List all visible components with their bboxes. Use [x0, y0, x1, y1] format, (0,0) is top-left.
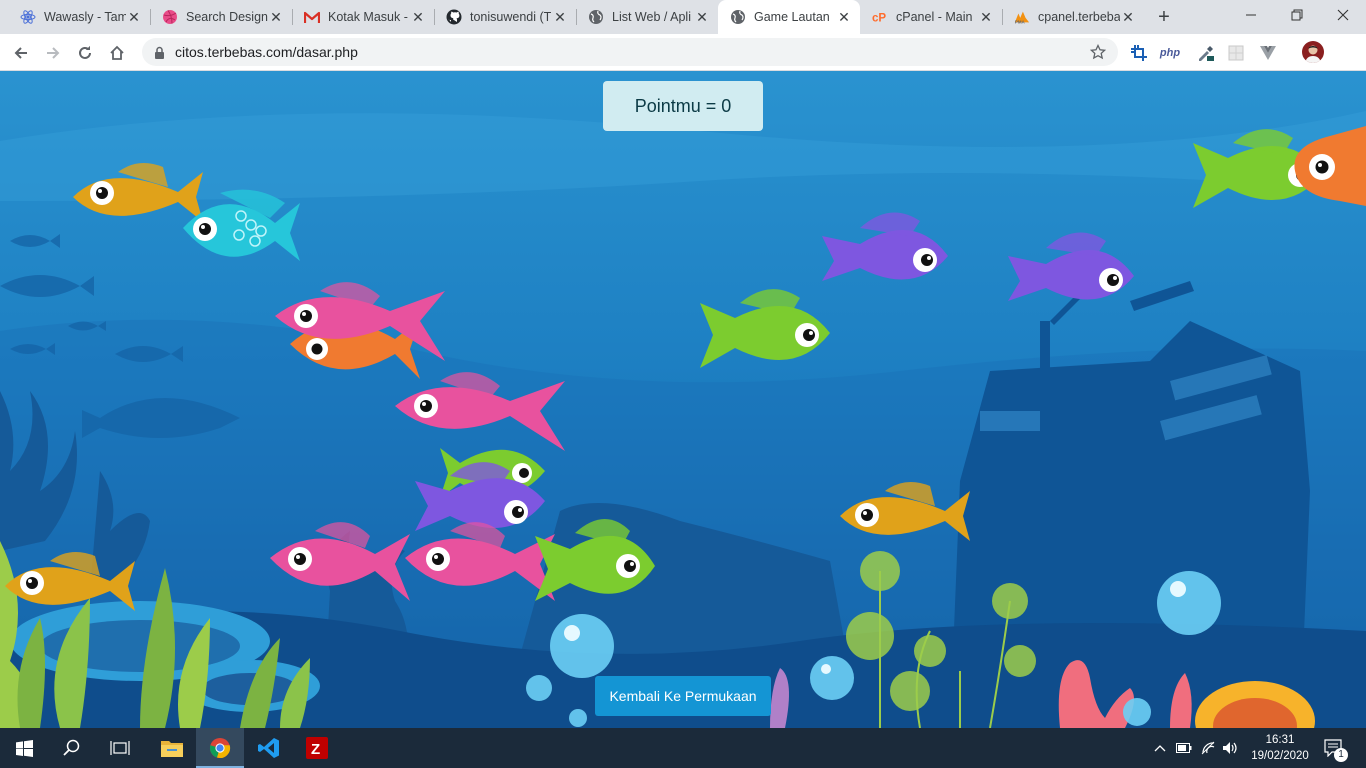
close-tab-icon[interactable]: ✕ — [268, 9, 284, 26]
vscode-icon[interactable] — [245, 728, 293, 768]
bookmark-star-icon[interactable] — [1088, 42, 1108, 62]
tab-strip: Wawasly - Tam ✕ Search Design ✕ Kotak Ma… — [0, 0, 1366, 34]
php-icon[interactable]: php — [1160, 43, 1180, 63]
url-text: citos.terbebas.com/dasar.php — [175, 44, 358, 60]
gmail-icon — [304, 9, 320, 25]
new-tab-button[interactable]: + — [1152, 5, 1176, 29]
purple-fish[interactable] — [820, 206, 950, 296]
game-scene: Pointmu = 0 Kembali Ke Permukaan — [0, 71, 1366, 728]
task-view-icon[interactable] — [96, 728, 144, 768]
yellow-fish[interactable] — [0, 546, 140, 626]
dribbble-icon — [162, 9, 178, 25]
tab-title: cpanel.terbeba — [1038, 10, 1120, 24]
browser-toolbar: citos.terbebas.com/dasar.php php — [0, 34, 1366, 71]
back-to-surface-button[interactable]: Kembali Ke Permukaan — [595, 676, 771, 716]
pink-fish[interactable] — [270, 276, 450, 376]
extension-icon[interactable] — [1226, 43, 1246, 63]
battery-icon[interactable] — [1174, 738, 1194, 758]
close-tab-icon[interactable]: ✕ — [694, 9, 710, 26]
system-clock[interactable]: 16:31 19/02/2020 — [1248, 732, 1312, 764]
cyan-fish[interactable] — [175, 183, 305, 278]
wifi-icon[interactable] — [1198, 738, 1218, 758]
cpanel-icon: cP — [872, 9, 888, 25]
tab-title: Search Design — [186, 10, 268, 24]
tab-cpanel-terbebas[interactable]: PMA cpanel.terbeba ✕ — [1002, 0, 1144, 34]
react-icon — [20, 9, 36, 25]
globe-icon — [730, 9, 746, 25]
start-icon[interactable] — [0, 728, 48, 768]
green-fish[interactable] — [530, 511, 660, 611]
home-icon[interactable] — [103, 39, 131, 67]
eyedropper-icon[interactable] — [1196, 43, 1216, 63]
github-icon — [446, 9, 462, 25]
reload-icon[interactable] — [71, 39, 99, 67]
tab-title: Game Lautan — [754, 10, 830, 24]
tab-wawasly[interactable]: Wawasly - Tam ✕ — [8, 0, 150, 34]
phpmyadmin-icon: PMA — [1014, 9, 1030, 25]
search-icon[interactable] — [48, 728, 96, 768]
file-explorer-icon[interactable] — [148, 728, 196, 768]
minimize-button[interactable] — [1228, 0, 1274, 30]
tab-search-design[interactable]: Search Design ✕ — [150, 0, 292, 34]
vue-icon[interactable] — [1258, 43, 1278, 63]
score-display: Pointmu = 0 — [603, 81, 763, 131]
tab-title: cPanel - Main — [896, 10, 973, 24]
purple-fish[interactable] — [1006, 226, 1136, 316]
notification-count-badge: 1 — [1334, 748, 1348, 762]
profile-avatar[interactable] — [1302, 41, 1324, 63]
filezilla-icon[interactable]: Z — [293, 728, 341, 768]
tab-title: Wawasly - Tam — [44, 10, 126, 24]
clock-date: 19/02/2020 — [1251, 750, 1309, 762]
close-tab-icon[interactable]: ✕ — [1120, 9, 1136, 26]
yellow-fish[interactable] — [835, 476, 975, 556]
globe-icon — [588, 9, 604, 25]
chrome-icon[interactable] — [196, 728, 244, 768]
clock-time: 16:31 — [1265, 734, 1295, 746]
lock-icon[interactable] — [154, 46, 165, 59]
tab-game-lautan[interactable]: Game Lautan ✕ — [718, 0, 860, 34]
close-window-button[interactable] — [1320, 0, 1366, 30]
address-bar[interactable]: citos.terbebas.com/dasar.php — [142, 38, 1118, 66]
tab-github[interactable]: tonisuwendi (T ✕ — [434, 0, 576, 34]
close-tab-icon[interactable]: ✕ — [836, 9, 852, 26]
close-tab-icon[interactable]: ✕ — [978, 9, 994, 26]
windows-taskbar: Z 16:31 19/02/2020 1 — [0, 728, 1366, 768]
volume-icon[interactable] — [1220, 738, 1240, 758]
green-fish[interactable] — [695, 283, 835, 378]
svg-text:PMA: PMA — [1015, 20, 1026, 25]
close-tab-icon[interactable]: ✕ — [552, 9, 568, 26]
tab-title: List Web / Apli — [612, 10, 691, 24]
tab-title: tonisuwendi (T — [470, 10, 552, 24]
tab-title: Kotak Masuk - — [328, 10, 408, 24]
svg-text:Z: Z — [311, 741, 320, 758]
back-arrow-icon[interactable] — [7, 39, 35, 67]
tab-list-web[interactable]: List Web / Apli ✕ — [576, 0, 718, 34]
restore-button[interactable] — [1274, 0, 1320, 30]
crop-icon[interactable] — [1129, 43, 1149, 63]
chevron-up-icon[interactable] — [1150, 738, 1170, 758]
close-tab-icon[interactable]: ✕ — [126, 9, 142, 26]
notification-icon[interactable]: 1 — [1322, 738, 1348, 762]
tab-kotak-masuk[interactable]: Kotak Masuk - ✕ — [292, 0, 434, 34]
orange-fish[interactable] — [1290, 126, 1366, 211]
close-tab-icon[interactable]: ✕ — [410, 9, 426, 26]
pink-fish[interactable] — [265, 516, 415, 611]
forward-arrow-icon[interactable] — [39, 39, 67, 67]
tab-cpanel[interactable]: cP cPanel - Main ✕ — [860, 0, 1002, 34]
svg-text:cP: cP — [872, 12, 886, 24]
